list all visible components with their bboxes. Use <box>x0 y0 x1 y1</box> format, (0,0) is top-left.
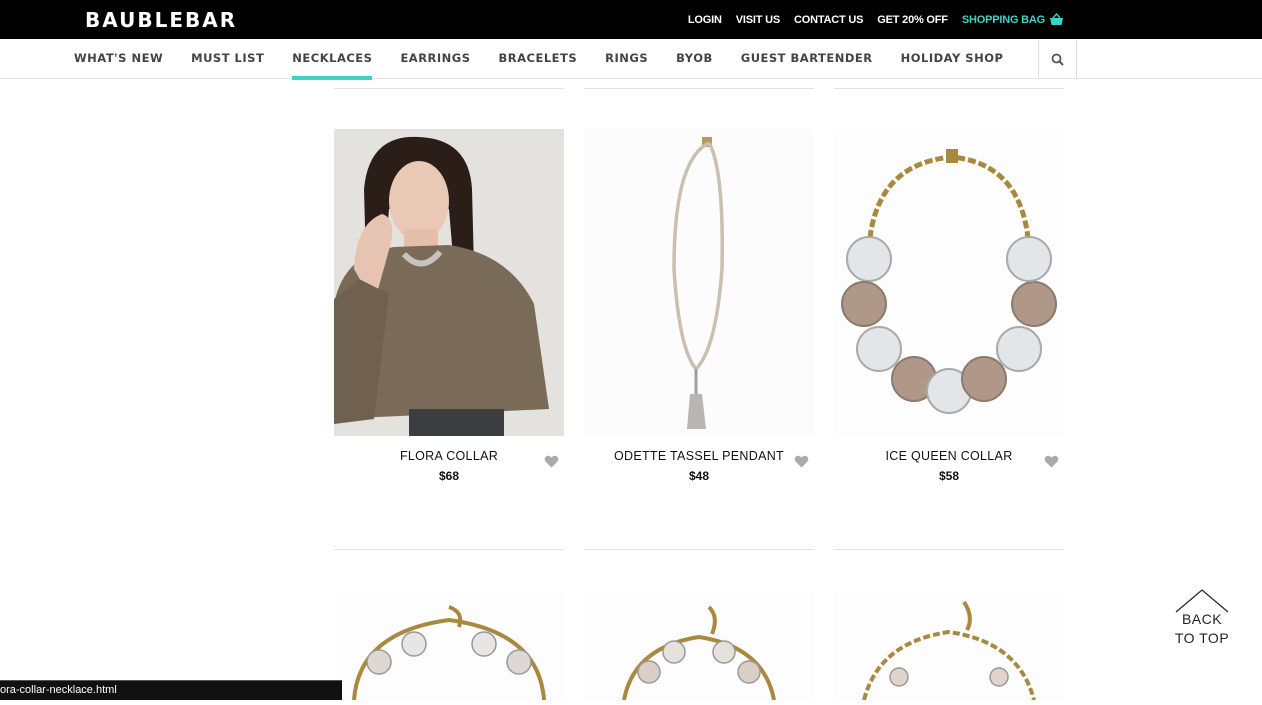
heart-icon[interactable] <box>544 455 559 468</box>
product-name[interactable]: ICE QUEEN COLLAR <box>834 449 1064 463</box>
product-card[interactable]: ODETTE TASSEL PENDANT $48 <box>584 129 814 483</box>
status-url: ora-collar-necklace.html <box>0 680 342 700</box>
search-button[interactable] <box>1038 39 1077 79</box>
grid-divider <box>584 88 814 89</box>
grid-divider <box>334 549 564 550</box>
collar-photo <box>834 129 1064 436</box>
nav-rings[interactable]: RINGS <box>605 39 648 79</box>
nav-earrings[interactable]: EARRINGS <box>400 39 470 79</box>
grid-divider <box>834 549 1064 550</box>
heart-icon[interactable] <box>794 455 809 468</box>
product-card[interactable] <box>584 592 814 705</box>
back-to-top-button[interactable]: BACK TO TOP <box>1172 588 1232 650</box>
discount-link[interactable]: GET 20% OFF <box>877 14 948 26</box>
top-bar: BAUBLEBAR LOGIN VISIT US CONTACT US GET … <box>0 0 1262 39</box>
contact-us-link[interactable]: CONTACT US <box>794 14 863 26</box>
product-name[interactable]: ODETTE TASSEL PENDANT <box>584 449 814 463</box>
product-card[interactable]: ICE QUEEN COLLAR $58 <box>834 129 1064 483</box>
product-card[interactable] <box>334 592 564 705</box>
login-link[interactable]: LOGIN <box>688 14 722 26</box>
nav-holiday-shop[interactable]: HOLIDAY SHOP <box>901 39 1004 79</box>
model-photo <box>334 129 564 436</box>
product-card[interactable]: FLORA COLLAR $68 <box>334 129 564 483</box>
product-price: $48 <box>688 469 710 483</box>
back-to-top-label: BACK TO TOP <box>1172 610 1232 648</box>
grid-divider <box>334 88 564 89</box>
nav-necklaces[interactable]: NECKLACES <box>292 39 373 80</box>
nav-bracelets[interactable]: BRACELETS <box>499 39 578 79</box>
shopping-bag-link[interactable]: SHOPPING BAG <box>962 13 1064 26</box>
grid-divider <box>834 88 1064 89</box>
logo[interactable]: BAUBLEBAR <box>85 8 237 32</box>
nav-whats-new[interactable]: WHAT'S NEW <box>74 39 163 79</box>
product-image-odette-tassel-pendant[interactable] <box>584 129 814 436</box>
nav-guest-bartender[interactable]: GUEST BARTENDER <box>741 39 873 79</box>
product-image-next-row[interactable] <box>334 592 564 701</box>
nav-byob[interactable]: BYOB <box>676 39 713 79</box>
visit-us-link[interactable]: VISIT US <box>736 14 780 26</box>
product-price: $68 <box>438 469 460 483</box>
product-image-flora-collar[interactable] <box>334 129 564 436</box>
grid-divider <box>584 549 814 550</box>
product-image-next-row[interactable] <box>834 592 1064 701</box>
product-card[interactable] <box>834 592 1064 705</box>
product-image-next-row[interactable] <box>584 592 814 701</box>
back-to-top-line1: BACK <box>1181 611 1223 627</box>
search-icon <box>1051 53 1064 66</box>
back-to-top-line2: TO TOP <box>1174 630 1230 646</box>
shopping-bag-label: SHOPPING BAG <box>961 13 1045 26</box>
product-price: $58 <box>938 469 960 483</box>
pendant-photo <box>584 129 814 436</box>
heart-icon[interactable] <box>1044 455 1059 468</box>
basket-icon <box>1050 13 1063 25</box>
account-links: LOGIN VISIT US CONTACT US GET 20% OFF SH… <box>688 13 1064 26</box>
product-image-ice-queen-collar[interactable] <box>834 129 1064 436</box>
product-name[interactable]: FLORA COLLAR <box>334 449 564 463</box>
nav-must-list[interactable]: MUST LIST <box>191 39 264 79</box>
